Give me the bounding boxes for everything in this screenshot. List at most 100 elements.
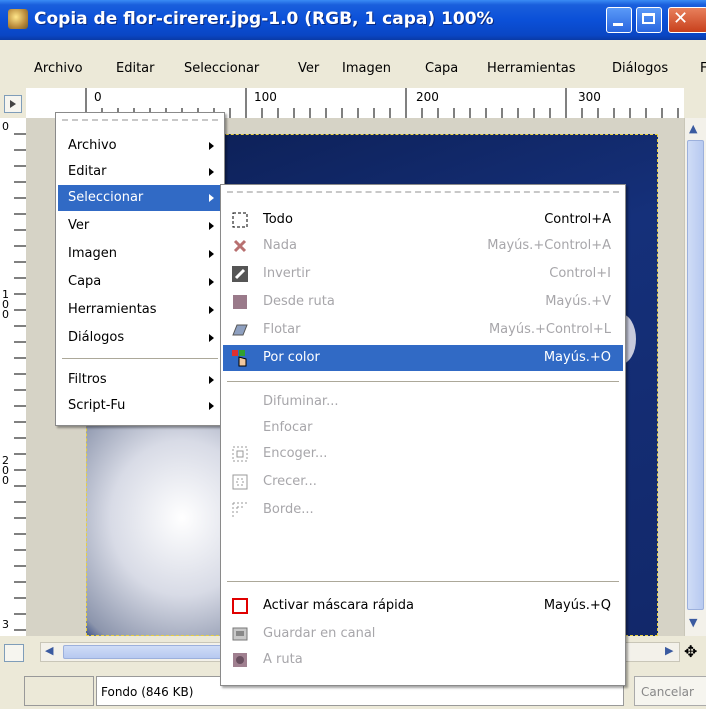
menu-ver[interactable]: Ver — [298, 61, 319, 76]
by-color-icon — [232, 350, 247, 367]
submenu-item-label: Difuminar... — [263, 394, 339, 409]
menu-separator — [227, 581, 619, 582]
context-item-script-fu[interactable]: Script-Fu — [58, 393, 222, 419]
submenu-item-enfocar[interactable]: Enfocar — [223, 415, 623, 441]
ruler-label-300: 300 — [578, 90, 601, 104]
image-menu-button[interactable] — [4, 95, 22, 113]
submenu-item-por-color[interactable]: Por color Mayús.+O — [223, 345, 623, 371]
context-item-label: Herramientas — [68, 302, 157, 317]
quick-mask-icon — [232, 598, 248, 614]
menu-filtros-partial[interactable]: F — [700, 61, 706, 76]
menu-editar[interactable]: Editar — [116, 61, 155, 76]
submenu-item-label: A ruta — [263, 652, 303, 667]
submenu-item-crecer[interactable]: Crecer... — [223, 469, 623, 495]
submenu-item-a-ruta[interactable]: A ruta — [223, 647, 623, 673]
scroll-left-icon[interactable]: ◀ — [45, 644, 53, 657]
context-item-capa[interactable]: Capa — [58, 269, 222, 295]
vertical-ruler: 0 1 0 0 2 0 0 3 — [0, 118, 27, 636]
ruler-label-0: 0 — [94, 90, 102, 104]
submenu-arrow-icon — [209, 402, 214, 410]
select-submenu: Todo Control+A Nada Mayús.+Control+A Inv… — [220, 184, 626, 686]
border-icon — [232, 502, 247, 517]
submenu-arrow-icon — [209, 250, 214, 258]
submenu-item-shortcut: Mayús.+O — [543, 350, 611, 365]
submenu-item-guardar-canal[interactable]: Guardar en canal — [223, 621, 623, 647]
context-item-label: Ver — [68, 218, 90, 233]
context-item-editar[interactable]: Editar — [58, 159, 222, 185]
scroll-right-icon[interactable]: ▶ — [665, 644, 673, 657]
ruler-label-100: 100 — [254, 90, 277, 104]
tear-off-line[interactable] — [62, 119, 218, 121]
window-title: Copia de flor-cirerer.jpg-1.0 (RGB, 1 ca… — [34, 9, 494, 29]
submenu-item-label: Guardar en canal — [263, 626, 376, 641]
context-item-label: Capa — [68, 274, 102, 289]
submenu-item-shortcut: Control+I — [549, 266, 611, 281]
vertical-scrollbar[interactable]: ▲ ▼ — [684, 118, 706, 636]
menu-capa[interactable]: Capa — [425, 61, 458, 76]
submenu-arrow-icon — [209, 376, 214, 384]
vruler-label-300: 3 — [2, 618, 9, 631]
menu-herramientas[interactable]: Herramientas — [487, 61, 576, 76]
menu-dialogos[interactable]: Diálogos — [612, 61, 668, 76]
context-item-herramientas[interactable]: Herramientas — [58, 297, 222, 323]
submenu-item-invertir[interactable]: Invertir Control+I — [223, 261, 623, 287]
menu-imagen[interactable]: Imagen — [342, 61, 391, 76]
minimize-button[interactable] — [606, 7, 632, 33]
context-item-ver[interactable]: Ver — [58, 213, 222, 239]
tear-off-line[interactable] — [227, 191, 619, 193]
submenu-item-shortcut: Control+A — [544, 212, 611, 227]
context-item-label: Seleccionar — [68, 190, 144, 205]
quick-mask-toggle-button[interactable] — [4, 644, 24, 662]
title-bar: Copia de flor-cirerer.jpg-1.0 (RGB, 1 ca… — [0, 0, 706, 40]
menu-separator — [62, 358, 218, 359]
submenu-item-mascara-rapida[interactable]: Activar máscara rápida Mayús.+Q — [223, 593, 623, 619]
grow-icon — [232, 474, 248, 490]
close-button[interactable] — [668, 7, 706, 33]
context-item-label: Filtros — [68, 372, 107, 387]
submenu-arrow-icon — [209, 278, 214, 286]
scroll-down-icon[interactable]: ▼ — [689, 616, 697, 629]
from-path-icon — [233, 295, 247, 309]
context-item-dialogos[interactable]: Diálogos — [58, 325, 222, 351]
navigate-icon[interactable]: ✥ — [684, 642, 697, 661]
vertical-scroll-thumb[interactable] — [687, 140, 704, 610]
submenu-item-borde[interactable]: Borde... — [223, 497, 623, 523]
context-item-label: Editar — [68, 164, 107, 179]
submenu-arrow-icon — [209, 334, 214, 342]
context-item-imagen[interactable]: Imagen — [58, 241, 222, 267]
submenu-item-label: Activar máscara rápida — [263, 598, 415, 613]
context-item-seleccionar[interactable]: Seleccionar — [58, 185, 222, 211]
save-channel-icon — [232, 627, 248, 641]
select-none-icon — [233, 239, 247, 253]
maximize-button[interactable] — [636, 7, 662, 33]
submenu-item-label: Por color — [263, 350, 320, 365]
submenu-arrow-icon — [209, 222, 214, 230]
submenu-item-shortcut: Mayús.+Control+L — [488, 322, 611, 337]
to-path-icon — [233, 653, 247, 667]
context-item-archivo[interactable]: Archivo — [58, 133, 222, 159]
submenu-item-desde-ruta[interactable]: Desde ruta Mayús.+V — [223, 289, 623, 315]
menu-archivo[interactable]: Archivo — [34, 61, 83, 76]
menu-seleccionar[interactable]: Seleccionar — [184, 61, 259, 76]
unit-selector[interactable] — [24, 676, 94, 706]
vruler-label-100: 1 0 0 — [2, 288, 9, 321]
context-item-filtros[interactable]: Filtros — [58, 367, 222, 393]
submenu-item-label: Nada — [263, 238, 297, 253]
submenu-item-nada[interactable]: Nada Mayús.+Control+A — [223, 233, 623, 259]
submenu-item-todo[interactable]: Todo Control+A — [223, 207, 623, 233]
context-item-label: Diálogos — [68, 330, 125, 345]
scroll-up-icon[interactable]: ▲ — [689, 122, 697, 135]
submenu-item-difuminar[interactable]: Difuminar... — [223, 389, 623, 415]
submenu-arrow-icon — [209, 168, 214, 176]
submenu-item-encoger[interactable]: Encoger... — [223, 441, 623, 467]
float-icon — [232, 324, 248, 336]
vruler-label-200: 2 0 0 — [2, 454, 9, 487]
ruler-label-200: 200 — [416, 90, 439, 104]
submenu-item-label: Todo — [263, 212, 293, 227]
submenu-arrow-icon — [209, 142, 214, 150]
submenu-item-flotar[interactable]: Flotar Mayús.+Control+L — [223, 317, 623, 343]
cancel-button[interactable]: Cancelar — [634, 676, 706, 706]
menu-separator — [227, 381, 619, 382]
vruler-label-0: 0 — [2, 120, 9, 133]
context-item-label: Archivo — [68, 138, 117, 153]
